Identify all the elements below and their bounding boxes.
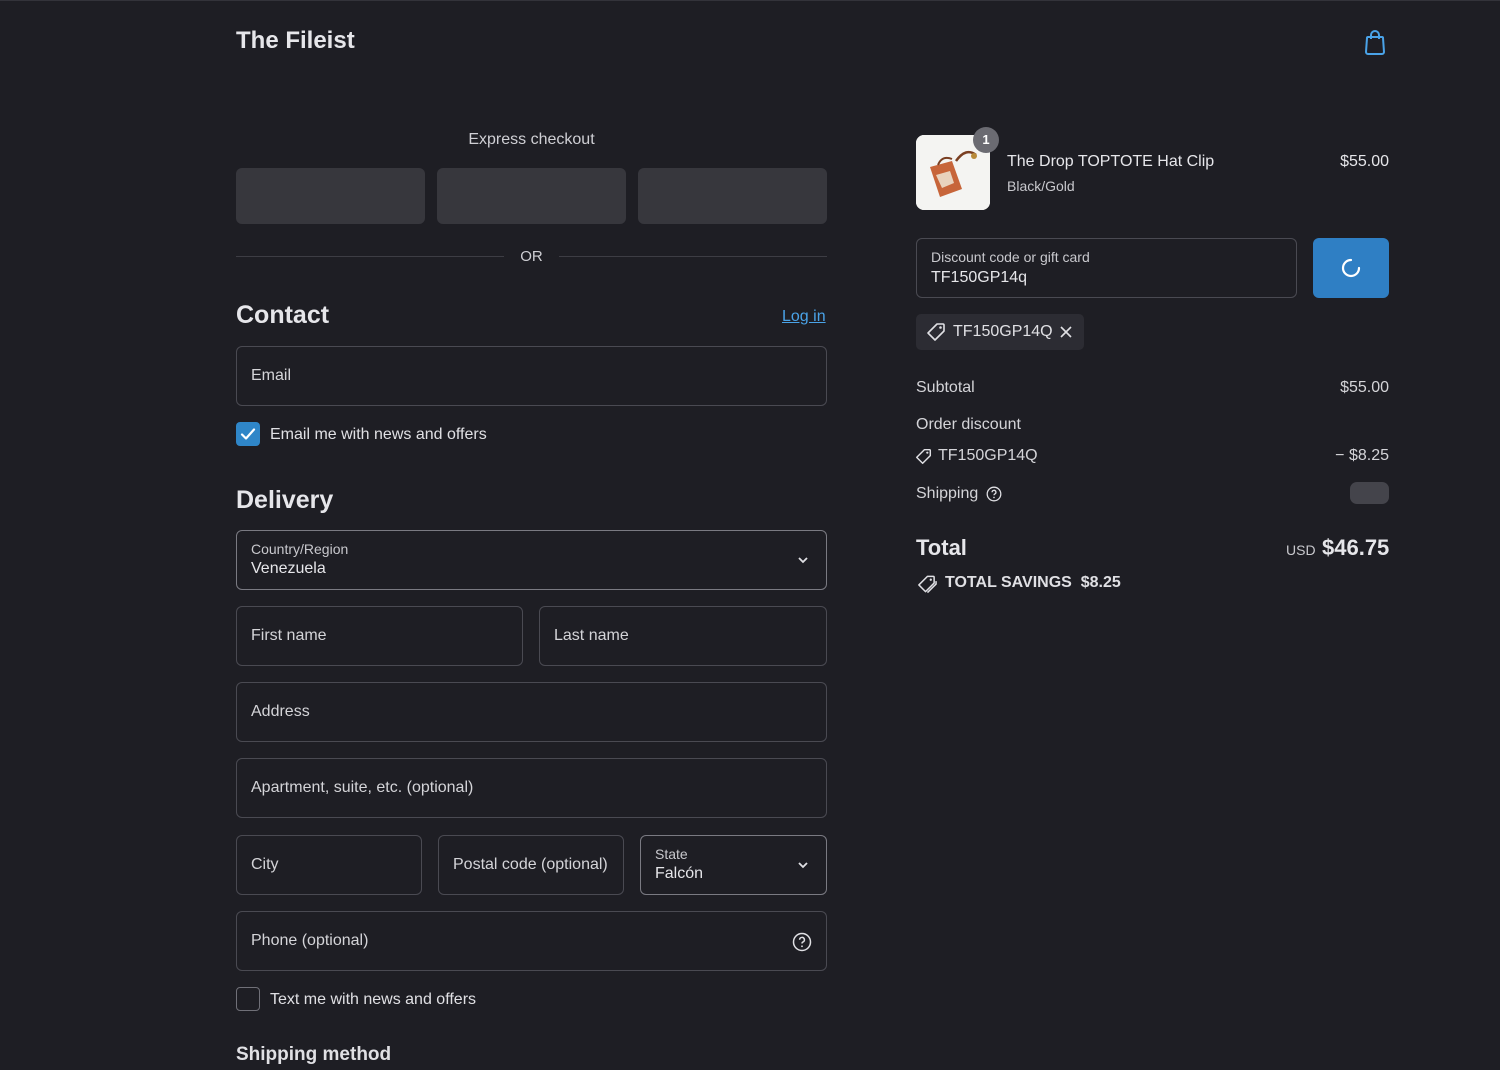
apartment-placeholder: Apartment, suite, etc. (optional) [251, 779, 474, 796]
country-value: Venezuela [251, 560, 326, 577]
applied-discount-code: TF150GP14Q [953, 323, 1053, 340]
loading-spinner-icon [1341, 258, 1361, 278]
apartment-field[interactable]: Apartment, suite, etc. (optional) [236, 758, 827, 818]
help-circle-icon[interactable] [986, 486, 1002, 502]
sms-news-label[interactable]: Text me with news and offers [270, 991, 476, 1009]
subtotal-value: $55.00 [1340, 379, 1389, 396]
country-label: Country/Region [251, 541, 349, 557]
contact-heading: Contact [236, 301, 330, 329]
help-circle-icon[interactable] [792, 932, 812, 952]
product-variant: Black/Gold [1007, 178, 1075, 194]
chevron-down-icon [798, 862, 808, 869]
phone-placeholder: Phone (optional) [251, 932, 369, 949]
postal-code-field[interactable]: Postal code (optional) [438, 835, 624, 895]
city-placeholder: City [251, 856, 279, 873]
discount-code-text: TF150GP14Q [938, 447, 1038, 464]
divider-right [559, 256, 827, 257]
close-icon[interactable] [1058, 324, 1074, 340]
email-news-checkbox[interactable] [236, 422, 260, 446]
product-name: The Drop TOPTOTE Hat Clip [1007, 153, 1215, 170]
state-select[interactable]: State Falcón [640, 835, 827, 895]
shipping-label: Shipping [916, 485, 979, 502]
email-placeholder: Email [251, 367, 292, 384]
address-field[interactable]: Address [236, 682, 827, 742]
city-field[interactable]: City [236, 835, 422, 895]
tag-icon [915, 448, 932, 465]
state-value: Falcón [655, 865, 704, 882]
last-name-field[interactable]: Last name [539, 606, 827, 666]
postal-code-placeholder: Postal code (optional) [453, 856, 608, 873]
savings-tags-icon [918, 575, 937, 594]
state-label: State [655, 846, 688, 862]
chevron-down-icon [798, 557, 808, 564]
login-link[interactable]: Log in [782, 308, 826, 326]
tag-icon [927, 323, 945, 341]
total-label: Total [916, 535, 967, 560]
express-pay-button-2[interactable] [437, 168, 626, 224]
subtotal-label: Subtotal [916, 379, 975, 396]
first-name-placeholder: First name [251, 627, 327, 644]
order-discount-label: Order discount [916, 416, 1021, 433]
email-field[interactable]: Email [236, 346, 827, 406]
discount-amount: − $8.25 [1335, 447, 1389, 464]
shopping-bag-icon[interactable] [1362, 28, 1388, 56]
last-name-placeholder: Last name [554, 627, 629, 644]
express-pay-button-1[interactable] [236, 168, 425, 224]
store-brand[interactable]: The Fileist [236, 27, 355, 55]
sms-news-checkbox[interactable] [236, 987, 260, 1011]
first-name-field[interactable]: First name [236, 606, 523, 666]
express-checkout-title: Express checkout [468, 131, 595, 148]
address-placeholder: Address [251, 703, 310, 720]
applied-discount-chip: TF150GP14Q [916, 314, 1084, 350]
quantity-badge: 1 [973, 127, 999, 153]
divider-left [236, 256, 504, 257]
discount-code-field[interactable]: Discount code or gift card TF150GP14q [916, 238, 1297, 298]
email-news-label[interactable]: Email me with news and offers [270, 426, 487, 444]
shipping-loading-placeholder [1350, 482, 1389, 504]
total-currency: USD [1286, 542, 1316, 558]
checkmark-icon [240, 428, 256, 440]
phone-field[interactable]: Phone (optional) [236, 911, 827, 971]
apply-discount-button[interactable] [1313, 238, 1389, 298]
country-select[interactable]: Country/Region Venezuela [236, 530, 827, 590]
discount-code-label: Discount code or gift card [931, 249, 1090, 265]
product-price: $55.00 [1340, 153, 1389, 170]
express-pay-button-3[interactable] [638, 168, 827, 224]
total-savings: TOTAL SAVINGS $8.25 [945, 574, 1121, 591]
discount-code-value: TF150GP14q [931, 269, 1028, 286]
shipping-method-heading: Shipping method [236, 1044, 392, 1065]
delivery-heading: Delivery [236, 486, 334, 514]
or-divider-text: OR [520, 248, 543, 265]
total-amount: $46.75 [1322, 535, 1390, 560]
